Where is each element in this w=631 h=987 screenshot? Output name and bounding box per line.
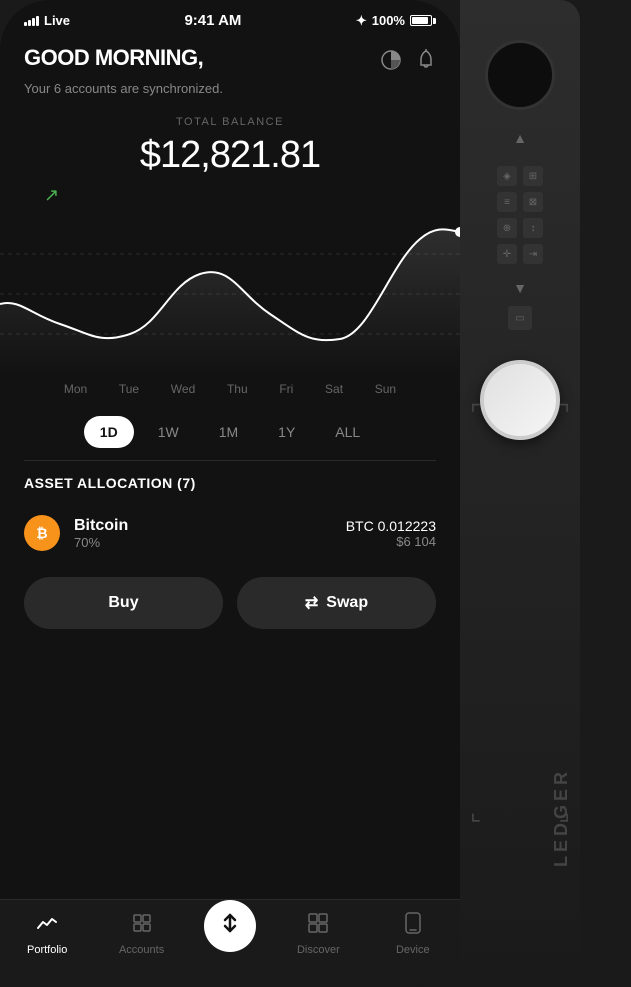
corner-bracket-tr: ⌝ xyxy=(559,400,570,429)
day-sat: Sat xyxy=(325,382,343,396)
asset-allocation-title: ASSET ALLOCATION (7) xyxy=(24,475,436,491)
tab-device[interactable]: Device xyxy=(381,912,445,956)
device-icon xyxy=(403,912,423,940)
asset-info: Bitcoin 70% xyxy=(74,517,128,550)
battery-percent: 100% xyxy=(372,13,405,28)
tab-portfolio-label: Portfolio xyxy=(27,944,67,956)
swap-button[interactable]: ⇄ Swap xyxy=(237,577,436,629)
asset-amount: BTC 0.012223 xyxy=(346,518,436,534)
filter-all[interactable]: ALL xyxy=(319,416,376,448)
balance-label: TOTAL BALANCE xyxy=(24,116,436,128)
battery-icon xyxy=(410,15,436,26)
signal-bars xyxy=(24,16,39,26)
buy-label: Buy xyxy=(108,594,138,612)
filter-1y[interactable]: 1Y xyxy=(262,416,311,448)
discover-icon xyxy=(307,912,329,940)
ledger-icon-8: ⇥ xyxy=(523,244,543,264)
phone-frame: Live 9:41 AM ✦ 100% GOOD MORNING, xyxy=(0,0,460,987)
tab-accounts[interactable]: Accounts xyxy=(110,912,174,956)
time-filters: 1D 1W 1M 1Y ALL xyxy=(24,416,436,448)
main-content: GOOD MORNING, Your xyxy=(0,35,460,639)
ledger-up-arrow: ▲ xyxy=(513,130,527,146)
balance-section: TOTAL BALANCE $12,821.81 xyxy=(24,116,436,177)
ledger-icon-2: ⊞ xyxy=(523,166,543,186)
status-left: Live xyxy=(24,13,70,28)
action-buttons: Buy ⇄ Swap xyxy=(24,577,436,639)
filter-1d[interactable]: 1D xyxy=(84,416,134,448)
chart-days: Mon Tue Wed Thu Fri Sat Sun xyxy=(24,374,436,404)
ledger-icon-extra: ▭ xyxy=(508,306,532,330)
tab-transfer[interactable] xyxy=(204,900,256,952)
divider xyxy=(24,460,436,461)
ledger-icon-4: ⊠ xyxy=(523,192,543,212)
greeting-row: GOOD MORNING, xyxy=(24,45,436,77)
asset-left: ₿ Bitcoin 70% xyxy=(24,515,128,551)
transfer-icon xyxy=(219,912,241,940)
bitcoin-asset-item: ₿ Bitcoin 70% BTC 0.012223 $6 104 xyxy=(24,505,436,561)
carrier-label: Live xyxy=(44,13,70,28)
ledger-icon-grid: ◈ ⊞ ≡ ⊠ ⊕ ↕ ✛ ⇥ xyxy=(487,156,553,274)
day-wed: Wed xyxy=(171,382,195,396)
asset-right: BTC 0.012223 $6 104 xyxy=(346,518,436,549)
asset-value: $6 104 xyxy=(346,534,436,549)
day-tue: Tue xyxy=(119,382,139,396)
ledger-down-arrow: ▼ xyxy=(513,280,527,296)
chart-container xyxy=(0,214,460,374)
subtitle: Your 6 accounts are synchronized. xyxy=(24,81,436,96)
swap-icon: ⇄ xyxy=(305,593,318,613)
buy-button[interactable]: Buy xyxy=(24,577,223,629)
bell-icon[interactable] xyxy=(416,49,436,77)
tab-discover-label: Discover xyxy=(297,944,340,956)
ledger-device: ▲ ◈ ⊞ ≡ ⊠ ⊕ ↕ ✛ ⇥ ▼ ▭ ⌜ ⌝ ⌞ ⌟ LEDGER xyxy=(460,0,580,987)
header-icons xyxy=(380,49,436,77)
greeting-text: GOOD MORNING, xyxy=(24,45,203,71)
filter-1m[interactable]: 1M xyxy=(203,416,254,448)
corner-bracket-tl: ⌜ xyxy=(470,400,481,429)
bitcoin-icon: ₿ xyxy=(24,515,60,551)
asset-name: Bitcoin xyxy=(74,517,128,535)
day-fri: Fri xyxy=(279,382,293,396)
ledger-top-circle xyxy=(485,40,555,110)
ledger-brand-text: LEDGER xyxy=(551,768,572,867)
pie-chart-icon[interactable] xyxy=(380,49,402,77)
day-mon: Mon xyxy=(64,382,87,396)
status-bar: Live 9:41 AM ✦ 100% xyxy=(0,0,460,35)
ledger-icon-3: ≡ xyxy=(497,192,517,212)
accounts-icon xyxy=(131,912,153,940)
filter-1w[interactable]: 1W xyxy=(142,416,195,448)
ledger-icon-7: ✛ xyxy=(497,244,517,264)
tab-portfolio[interactable]: Portfolio xyxy=(15,912,79,956)
swap-label: Swap xyxy=(326,594,368,612)
tab-accounts-label: Accounts xyxy=(119,944,164,956)
time-display: 9:41 AM xyxy=(184,12,241,29)
trend-arrow: ↗ xyxy=(24,185,436,206)
tab-device-label: Device xyxy=(396,944,430,956)
asset-percentage: 70% xyxy=(74,535,128,550)
status-right: ✦ 100% xyxy=(356,13,436,29)
chart-svg xyxy=(0,214,460,374)
ledger-icon-6: ↕ xyxy=(523,218,543,238)
ledger-main-button[interactable] xyxy=(480,360,560,440)
tab-discover[interactable]: Discover xyxy=(286,912,350,956)
day-thu: Thu xyxy=(227,382,248,396)
corner-bracket-bl: ⌞ xyxy=(470,798,481,827)
ledger-icon-5: ⊕ xyxy=(497,218,517,238)
ledger-icon-1: ◈ xyxy=(497,166,517,186)
portfolio-icon xyxy=(36,912,58,940)
balance-amount: $12,821.81 xyxy=(24,134,436,177)
bluetooth-icon: ✦ xyxy=(356,13,367,29)
day-sun: Sun xyxy=(375,382,396,396)
tab-bar: Portfolio Accounts xyxy=(0,899,460,987)
